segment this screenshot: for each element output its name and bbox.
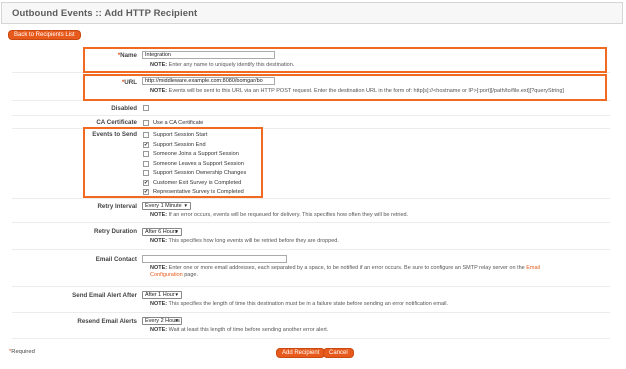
send-alert-after-select[interactable]: After 1 Hour ▼ [142, 291, 182, 299]
send-alert-after-value: After 1 Hour [145, 292, 175, 298]
note-text: page. [182, 272, 199, 278]
email-contact-input[interactable] [142, 255, 287, 263]
note-text: Enter one or more email addresses, each … [167, 265, 527, 271]
chevron-down-icon: ▼ [183, 203, 188, 208]
retry-duration-label: Retry Duration [94, 228, 137, 235]
cancel-button[interactable]: Cancel [323, 348, 354, 358]
retry-duration-select[interactable]: After 6 Hours ▼ [142, 228, 182, 236]
note-text: This specifies the length of time this d… [167, 301, 448, 307]
add-recipient-button[interactable]: Add Recipient [276, 348, 326, 358]
note-text: This specifies how long events will be r… [167, 238, 339, 244]
page-header: Outbound Events :: Add HTTP Recipient [1, 2, 623, 24]
resend-alerts-select[interactable]: Every 2 Hours ▼ [142, 317, 182, 325]
note-text: Wait at least this length of time before… [167, 327, 329, 333]
email-contact-note-line2: Configuration page. [150, 272, 198, 278]
retry-duration-row: Retry Duration After 6 Hours ▼ NOTE: This… [12, 224, 610, 250]
disabled-row: Disabled [12, 102, 610, 116]
retry-duration-value: After 6 Hours [145, 229, 178, 235]
ca-certificate-label: CA Certificate [96, 119, 137, 126]
email-contact-label: Email Contact [95, 256, 137, 263]
note-prefix: NOTE: [150, 212, 168, 218]
url-highlight-box [83, 74, 607, 101]
retry-interval-label: Retry Interval [97, 203, 137, 210]
events-highlight-box [83, 127, 263, 198]
page-title: Outbound Events :: Add HTTP Recipient [12, 8, 198, 19]
resend-alerts-row: Resend Email Alerts Every 2 Hours ▼ NOTE:… [12, 314, 610, 339]
resend-alerts-note: NOTE: Wait at least this length of time … [150, 327, 328, 333]
chevron-down-icon: ▼ [174, 318, 179, 323]
email-configuration-link-continued[interactable]: Configuration [150, 272, 183, 278]
send-alert-after-row: Send Email Alert After After 1 Hour ▼ NOT… [12, 288, 610, 313]
ca-certificate-option-label: Use a CA Certificate [153, 120, 204, 126]
retry-interval-row: Retry Interval Every 1 Minute ▼ NOTE: If … [12, 200, 610, 223]
resend-alerts-label: Resend Email Alerts [77, 318, 137, 325]
note-prefix: NOTE: [150, 301, 168, 307]
send-alert-after-label: Send Email Alert After [72, 292, 137, 299]
retry-interval-note: NOTE: If an error occurs, events will be… [150, 212, 408, 218]
note-prefix: NOTE: [150, 265, 168, 271]
send-alert-after-note: NOTE: This specifies the length of time … [150, 301, 448, 307]
email-configuration-link[interactable]: Email [526, 265, 540, 271]
disabled-checkbox[interactable] [143, 105, 149, 111]
required-legend: *Required [9, 349, 35, 355]
email-contact-note: NOTE: Enter one or more email addresses,… [150, 265, 540, 271]
email-contact-row: Email Contact NOTE: Enter one or more em… [12, 251, 610, 287]
disabled-label: Disabled [111, 105, 137, 112]
retry-duration-note: NOTE: This specifies how long events wil… [150, 238, 339, 244]
retry-interval-value: Every 1 Minute [145, 203, 182, 209]
note-prefix: NOTE: [150, 327, 168, 333]
note-text: If an error occurs, events will be reque… [167, 212, 409, 218]
retry-interval-select[interactable]: Every 1 Minute ▼ [142, 202, 191, 210]
chevron-down-icon: ▼ [174, 229, 179, 234]
back-to-recipients-button[interactable]: Back to Recipients List [8, 30, 81, 40]
note-prefix: NOTE: [150, 238, 168, 244]
ca-certificate-checkbox[interactable] [143, 120, 149, 126]
chevron-down-icon: ▼ [174, 292, 179, 297]
required-legend-text: Required [11, 349, 35, 355]
name-highlight-box [83, 47, 607, 73]
